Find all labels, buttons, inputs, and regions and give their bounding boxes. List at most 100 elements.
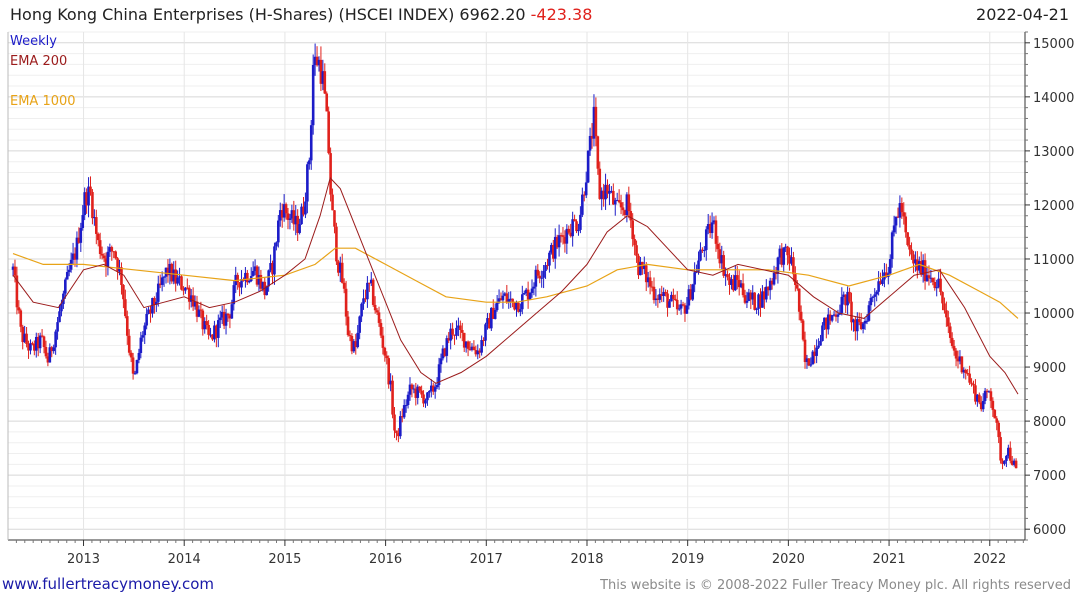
candle-up xyxy=(493,310,497,319)
candle-up xyxy=(677,308,681,310)
candle-down xyxy=(379,322,383,336)
candle-up xyxy=(29,343,32,351)
candle-down xyxy=(939,278,942,293)
candle-down xyxy=(418,386,421,391)
candle-up xyxy=(133,373,137,375)
price-change: -423.38 xyxy=(530,5,593,24)
candle-down xyxy=(906,232,909,246)
x-tick-label: 2019 xyxy=(671,552,704,567)
candle-up xyxy=(1003,460,1006,464)
candle-up xyxy=(691,284,695,300)
candle-down xyxy=(943,303,946,311)
y-tick-label: 12000 xyxy=(1033,199,1074,214)
candle-up xyxy=(782,247,786,265)
candle-down xyxy=(333,210,336,227)
candle-down xyxy=(952,346,956,351)
candle-down xyxy=(794,274,797,286)
candle-up xyxy=(56,322,59,332)
x-tick-label: 2020 xyxy=(772,552,805,567)
title-text: Hong Kong China Enterprises (H-Shares) (… xyxy=(10,5,526,24)
candle-up xyxy=(232,285,236,305)
candle-up xyxy=(426,392,429,401)
candle-up xyxy=(530,288,534,293)
y-tick-label: 11000 xyxy=(1033,253,1074,268)
x-tick-label: 2014 xyxy=(168,552,201,567)
candle-up xyxy=(306,164,309,202)
candle-down xyxy=(594,106,598,137)
candle-up xyxy=(819,340,822,346)
candle-up xyxy=(821,325,824,341)
candle-down xyxy=(129,352,133,358)
candle-up xyxy=(366,282,369,300)
candle-down xyxy=(25,333,28,345)
candle-down xyxy=(17,307,21,311)
candle-down xyxy=(629,211,633,221)
candle-down xyxy=(91,192,94,219)
candle-down xyxy=(348,335,352,337)
candle-down xyxy=(131,357,135,374)
candle-up xyxy=(892,225,896,233)
candle-down xyxy=(561,235,565,237)
copyright-notice: This website is © 2008-2022 Fuller Treac… xyxy=(600,578,1071,593)
candle-down xyxy=(124,299,127,317)
candle-up xyxy=(540,277,543,279)
candle-up xyxy=(557,235,561,248)
candle-up xyxy=(817,345,820,348)
candle-down xyxy=(908,245,911,250)
y-tick-label: 8000 xyxy=(1033,415,1066,430)
candle-down xyxy=(621,207,625,211)
candle-down xyxy=(631,220,634,240)
candle-down xyxy=(714,220,718,244)
website-link[interactable]: www.fullertreacymoney.com xyxy=(2,575,214,593)
candle-up xyxy=(267,270,270,287)
y-tick-label: 9000 xyxy=(1033,361,1066,376)
candle-down xyxy=(799,311,803,321)
candle-down xyxy=(125,316,129,336)
candle-up xyxy=(424,400,427,404)
candle-up xyxy=(216,320,220,338)
candle-down xyxy=(673,298,677,300)
candle-down xyxy=(722,255,725,276)
candle-down xyxy=(675,299,679,310)
y-tick-label: 6000 xyxy=(1033,523,1066,538)
candle-down xyxy=(19,310,23,327)
candle-down xyxy=(110,247,114,252)
candle-down xyxy=(619,202,623,208)
candle-down xyxy=(393,414,396,431)
candle-up xyxy=(522,293,526,295)
candle-up xyxy=(577,229,580,232)
candle-down xyxy=(972,383,975,386)
candle-up xyxy=(67,269,71,273)
candle-down xyxy=(459,325,462,331)
candle-down xyxy=(652,286,656,301)
chart-date: 2022-04-21 xyxy=(976,5,1069,24)
candle-up xyxy=(38,335,42,349)
candle-up xyxy=(704,229,708,251)
x-tick-label: 2021 xyxy=(873,552,906,567)
candle-up xyxy=(445,338,449,356)
candle-up xyxy=(871,296,875,298)
candle-down xyxy=(127,335,131,353)
candle-down xyxy=(954,350,958,359)
candle-up xyxy=(501,295,505,301)
candle-down xyxy=(941,292,944,304)
candle-down xyxy=(42,336,46,348)
candle-down xyxy=(950,337,954,347)
candle-up xyxy=(981,400,985,410)
candle-down xyxy=(857,319,861,323)
candle-up xyxy=(230,304,234,319)
candle-down xyxy=(342,282,346,289)
candle-up xyxy=(755,308,758,310)
candle-up xyxy=(532,286,536,289)
candle-up xyxy=(277,220,280,243)
candle-up xyxy=(875,291,878,295)
candle-up xyxy=(79,227,83,243)
candle-up xyxy=(586,150,590,183)
candle-up xyxy=(311,65,315,126)
candle-up xyxy=(399,416,402,437)
candle-up xyxy=(710,222,714,234)
candle-down xyxy=(199,309,203,311)
legend-ema1000: EMA 1000 xyxy=(10,94,76,109)
candle-up xyxy=(288,218,292,220)
candle-up xyxy=(106,251,110,267)
